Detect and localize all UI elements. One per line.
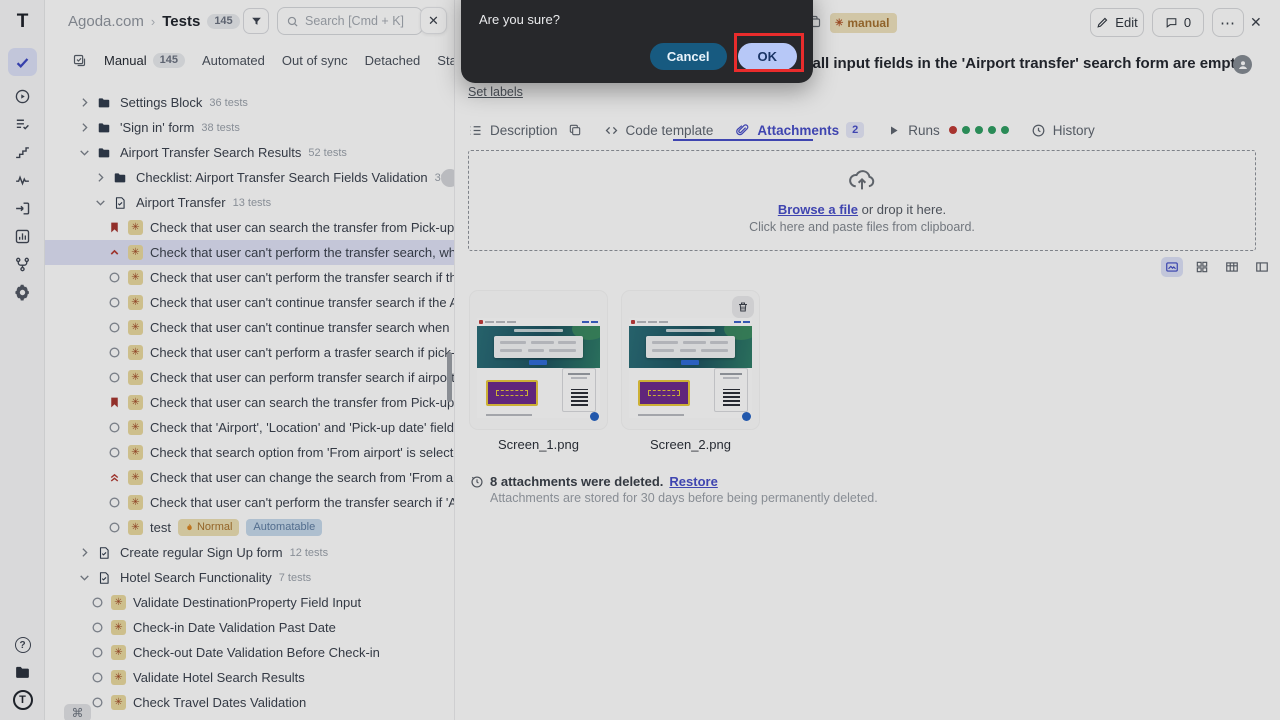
modal-backdrop xyxy=(0,0,1280,720)
confirm-message: Are you sure? xyxy=(479,12,560,27)
annotation-highlight-box xyxy=(734,33,804,72)
cancel-button[interactable]: Cancel xyxy=(650,43,727,70)
app-root: T ? T Agoda.com › Tests 145 ✕ xyxy=(0,0,1280,720)
